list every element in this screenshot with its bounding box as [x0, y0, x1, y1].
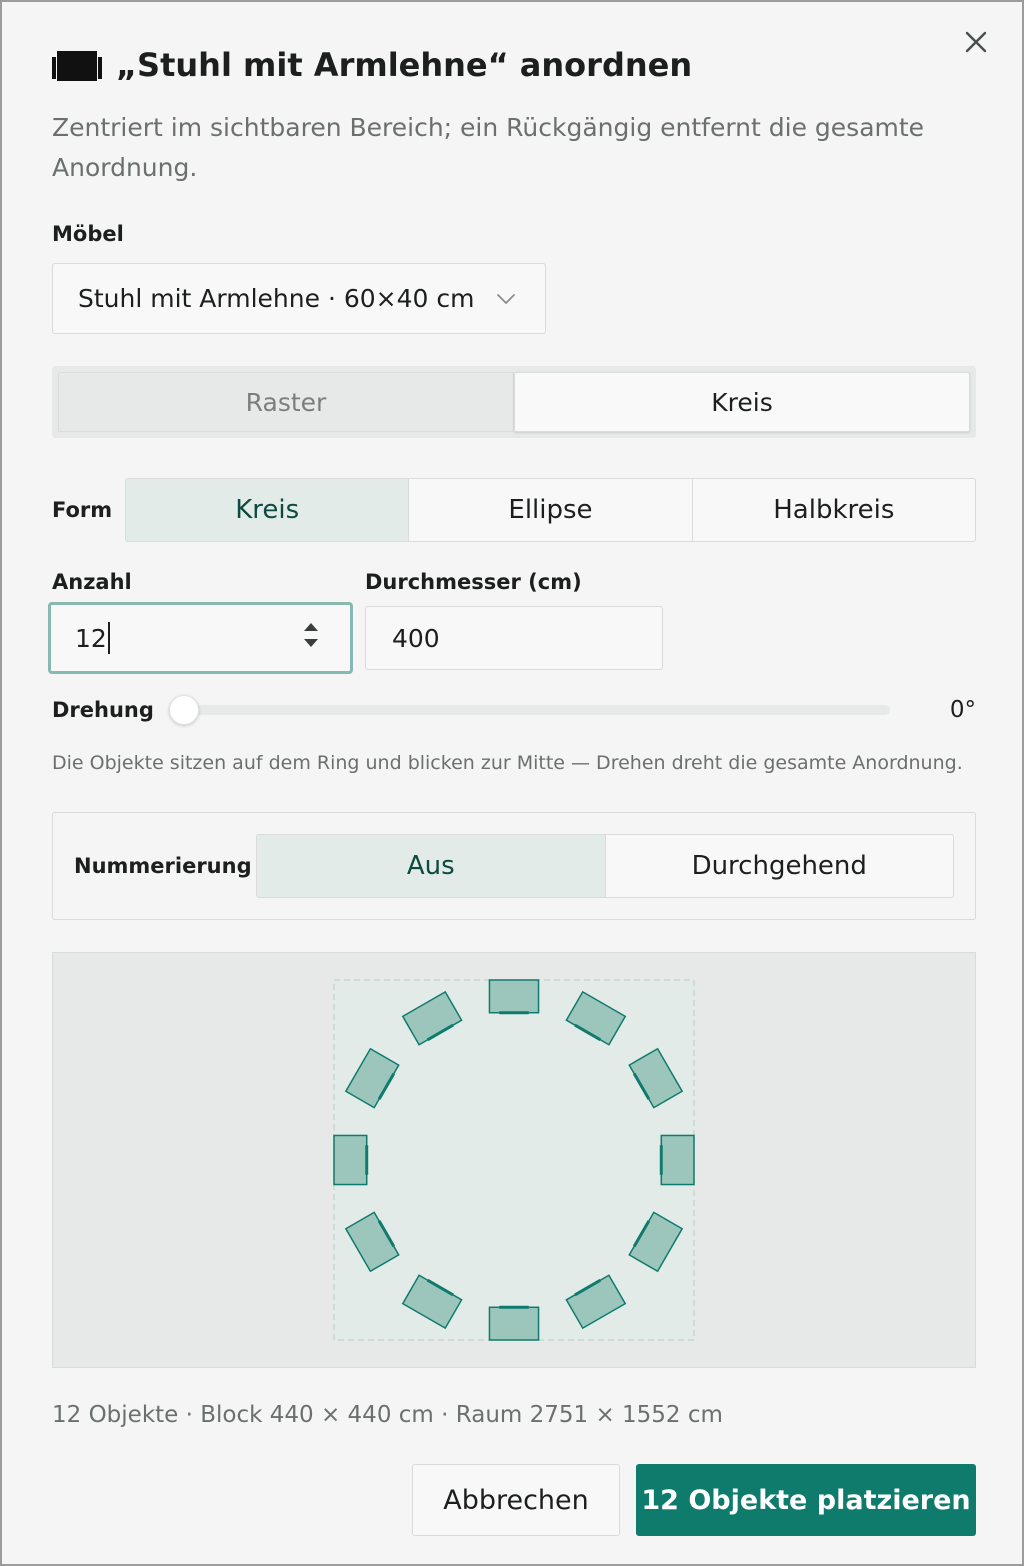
dialog-subtitle: Zentriert im sichtbaren Bereich; ein Rüc…	[52, 113, 925, 182]
shape-ellipse-button[interactable]: Ellipse	[408, 479, 691, 541]
furniture-select[interactable]: Stuhl mit Armlehne · 60×40 cm	[52, 263, 546, 334]
numbering-label: Nummerierung	[74, 854, 252, 878]
mode-raster[interactable]: Raster	[58, 372, 514, 432]
chair-body	[660, 1134, 695, 1186]
diameter-input[interactable]: 400	[365, 606, 663, 670]
shape-label: Form	[52, 498, 113, 522]
chair-body	[488, 1306, 540, 1341]
dialog-header: „Stuhl mit Armlehne“ anordnen	[52, 46, 692, 84]
rotation-value: 0°	[949, 697, 976, 723]
rotation-slider-track[interactable]	[184, 705, 890, 715]
diameter-label: Durchmesser (cm)	[365, 570, 582, 594]
shape-segmented-control: Kreis Ellipse Halbkreis	[125, 478, 976, 542]
count-label: Anzahl	[52, 570, 132, 594]
furniture-select-value: Stuhl mit Armlehne · 60×40 cm	[78, 284, 475, 313]
summary-info: 12 Objekte · Block 440 × 440 cm · Raum 2…	[52, 1402, 723, 1428]
count-input[interactable]: 12	[48, 602, 353, 674]
preview-canvas	[333, 979, 695, 1341]
preview-chair	[488, 1305, 540, 1341]
arrangement-preview	[52, 952, 976, 1368]
arrange-dialog: „Stuhl mit Armlehne“ anordnen Zentriert …	[0, 0, 1024, 1566]
preview-chair	[659, 1134, 695, 1186]
shape-halbkreis-button[interactable]: Halbkreis	[691, 479, 975, 541]
chair-body	[333, 1134, 368, 1186]
furniture-label: Möbel	[52, 222, 124, 246]
numbering-off-button[interactable]: Aus	[257, 835, 605, 897]
preview-chair	[333, 1134, 369, 1186]
numbering-segmented-control: Aus Durchgehend	[256, 834, 954, 898]
sofa-icon	[52, 51, 102, 81]
mode-kreis[interactable]: Kreis	[514, 372, 970, 432]
shape-kreis-button[interactable]: Kreis	[126, 479, 409, 541]
chair-body	[488, 979, 540, 1014]
preview-chair	[488, 979, 540, 1015]
rotation-slider-thumb[interactable]	[169, 695, 199, 725]
place-objects-button[interactable]: 12 Objekte platzieren	[636, 1464, 976, 1536]
rotation-label: Drehung	[52, 698, 154, 722]
chevron-down-icon	[497, 294, 515, 305]
stepper-icon[interactable]	[302, 619, 320, 651]
close-icon[interactable]	[960, 26, 992, 58]
numbering-continuous-button[interactable]: Durchgehend	[604, 835, 954, 897]
arrangement-hint: Die Objekte sitzen auf dem Ring und blic…	[52, 752, 963, 774]
count-value: 12	[75, 623, 107, 653]
diameter-value: 400	[392, 623, 440, 653]
cancel-button[interactable]: Abbrechen	[412, 1464, 620, 1536]
preview-block-area	[333, 979, 695, 1341]
mode-toggle: Raster Kreis	[52, 366, 976, 438]
text-caret	[107, 622, 110, 654]
dialog-title: „Stuhl mit Armlehne“ anordnen	[116, 46, 693, 84]
